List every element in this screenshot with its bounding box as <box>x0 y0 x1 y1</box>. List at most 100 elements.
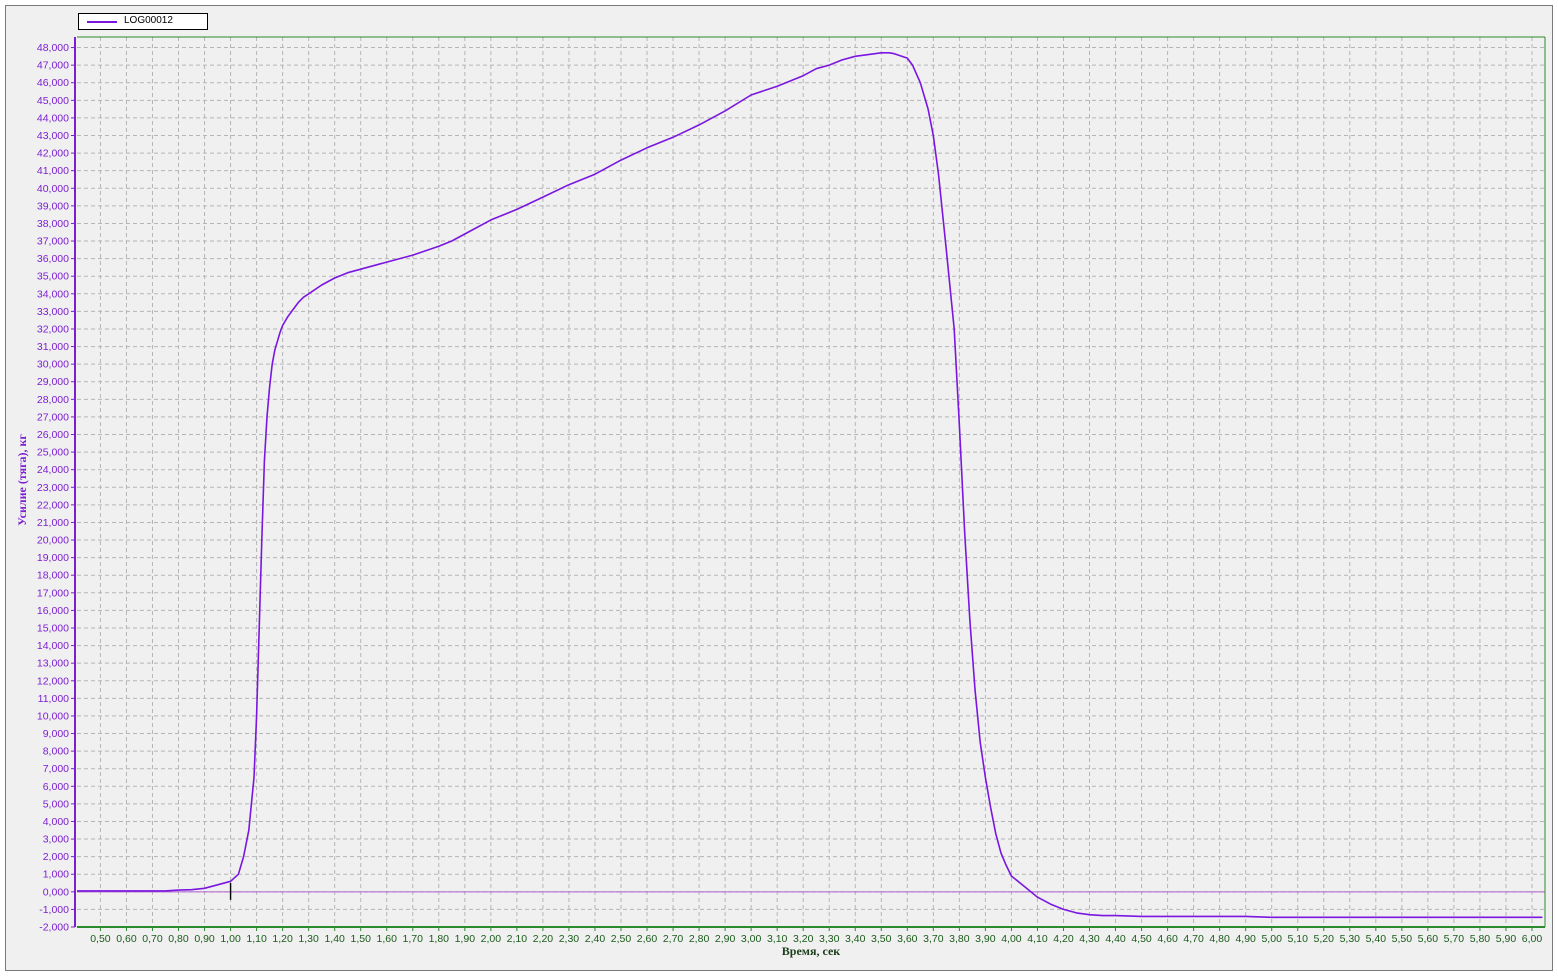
y-tick-label: 30,000 <box>37 359 69 371</box>
x-tick-label: 5,20 <box>1314 933 1335 945</box>
y-tick-label: 37,000 <box>37 236 69 248</box>
x-tick-label: 5,30 <box>1340 933 1361 945</box>
y-tick-label: 32,000 <box>37 323 69 335</box>
x-tick-label: 4,70 <box>1183 933 1204 945</box>
y-tick-label: -2,000 <box>39 922 69 934</box>
x-tick-label: 5,50 <box>1392 933 1413 945</box>
y-tick-label: 46,000 <box>37 77 69 89</box>
x-tick-label: 4,80 <box>1209 933 1230 945</box>
x-tick-label: 3,90 <box>975 933 996 945</box>
y-tick-label: 39,000 <box>37 200 69 212</box>
x-tick-label: 3,70 <box>923 933 944 945</box>
y-tick-label: 25,000 <box>37 447 69 459</box>
x-tick-label: 3,40 <box>845 933 866 945</box>
y-tick-label: 27,000 <box>37 411 69 423</box>
y-tick-label: 13,000 <box>37 658 69 670</box>
y-tick-label: 17,000 <box>37 587 69 599</box>
legend-label: LOG00012 <box>124 15 173 26</box>
x-tick-label: 1,70 <box>403 933 424 945</box>
x-tick-label: 2,60 <box>637 933 658 945</box>
y-tick-label: 24,000 <box>37 464 69 476</box>
y-tick-label: 28,000 <box>37 394 69 406</box>
y-tick-label: 9,000 <box>43 728 69 740</box>
y-tick-label: 0,000 <box>43 886 69 898</box>
y-tick-label: 43,000 <box>37 130 69 142</box>
y-tick-label: 35,000 <box>37 271 69 283</box>
x-tick-label: 0,90 <box>194 933 215 945</box>
y-tick-label: 7,000 <box>43 763 69 775</box>
x-tick-label: 5,40 <box>1366 933 1387 945</box>
y-tick-label: 45,000 <box>37 95 69 107</box>
x-tick-label: 4,30 <box>1079 933 1100 945</box>
y-tick-label: 42,000 <box>37 148 69 160</box>
x-tick-label: 6,00 <box>1522 933 1543 945</box>
y-tick-label: 3,000 <box>43 834 69 846</box>
x-tick-label: 4,10 <box>1027 933 1048 945</box>
x-tick-label: 1,90 <box>455 933 476 945</box>
x-tick-label: 3,00 <box>741 933 762 945</box>
y-tick-label: 34,000 <box>37 288 69 300</box>
legend-swatch <box>87 21 117 23</box>
y-tick-label: 36,000 <box>37 253 69 265</box>
x-tick-label: 1,30 <box>298 933 319 945</box>
y-tick-label: 47,000 <box>37 60 69 72</box>
x-tick-label: 2,10 <box>507 933 528 945</box>
y-tick-label: 15,000 <box>37 622 69 634</box>
y-tick-label: 33,000 <box>37 306 69 318</box>
x-tick-label: 5,60 <box>1418 933 1439 945</box>
x-tick-label: 1,80 <box>429 933 450 945</box>
x-tick-label: 5,70 <box>1444 933 1465 945</box>
x-axis-title: Время, сек <box>782 944 840 958</box>
y-tick-label: 2,000 <box>43 851 69 863</box>
x-tick-label: 1,00 <box>220 933 241 945</box>
y-tick-label: 11,000 <box>38 693 69 705</box>
x-tick-label: 5,80 <box>1470 933 1491 945</box>
y-tick-label: 6,000 <box>43 781 69 793</box>
x-tick-label: 0,80 <box>168 933 189 945</box>
y-tick-label: 38,000 <box>37 218 69 230</box>
x-tick-label: 1,60 <box>377 933 398 945</box>
x-tick-label: 2,30 <box>559 933 580 945</box>
x-tick-label: 2,90 <box>715 933 736 945</box>
y-axis: -2,000 -1,000 0,000 1,000 2,000 3,000 4,000 5,0… <box>37 37 76 934</box>
y-tick-label: 12,000 <box>37 675 69 687</box>
y-tick-label: 14,000 <box>37 640 69 652</box>
y-tick-label: 4,000 <box>43 816 69 828</box>
x-tick-label: 5,10 <box>1288 933 1309 945</box>
y-tick-label: 31,000 <box>37 341 69 353</box>
y-axis-title: Усилие (тяга), кг <box>15 434 29 526</box>
x-tick-label: 1,20 <box>272 933 293 945</box>
x-tick-label: 1,40 <box>324 933 345 945</box>
x-tick-label: 3,80 <box>949 933 970 945</box>
x-tick-label: 4,00 <box>1001 933 1022 945</box>
x-tick-label: 3,50 <box>871 933 892 945</box>
x-tick-label: 5,90 <box>1496 933 1517 945</box>
x-tick-label: 4,40 <box>1105 933 1126 945</box>
y-tick-label: 41,000 <box>37 165 69 177</box>
y-tick-label: 19,000 <box>37 552 69 564</box>
y-tick-label: 8,000 <box>43 746 69 758</box>
y-tick-label: 26,000 <box>37 429 69 441</box>
y-tick-label: 48,000 <box>37 42 69 54</box>
y-tick-label: 5,000 <box>43 798 69 810</box>
x-tick-label: 1,50 <box>350 933 371 945</box>
x-tick-label: 4,50 <box>1131 933 1152 945</box>
x-tick-label: 2,80 <box>689 933 710 945</box>
x-tick-label: 0,70 <box>142 933 163 945</box>
y-tick-label: 10,000 <box>37 710 69 722</box>
legend[interactable]: LOG00012 <box>78 13 208 30</box>
x-tick-label: 2,70 <box>663 933 684 945</box>
x-tick-label: 0,50 <box>90 933 111 945</box>
y-tick-label: -1,000 <box>39 904 69 916</box>
y-tick-label: 18,000 <box>37 570 69 582</box>
x-tick-label: 4,90 <box>1235 933 1256 945</box>
x-tick-label: 2,50 <box>611 933 632 945</box>
y-tick-label: 29,000 <box>37 376 69 388</box>
x-tick-label: 1,10 <box>246 933 267 945</box>
chart-canvas: -2,000 -1,000 0,000 1,000 2,000 3,000 4,000 5,0… <box>15 36 1546 958</box>
y-tick-label: 44,000 <box>37 112 69 124</box>
y-tick-label: 20,000 <box>37 535 69 547</box>
y-tick-label: 16,000 <box>37 605 69 617</box>
x-tick-label: 2,40 <box>585 933 606 945</box>
y-tick-label: 1,000 <box>43 869 69 881</box>
